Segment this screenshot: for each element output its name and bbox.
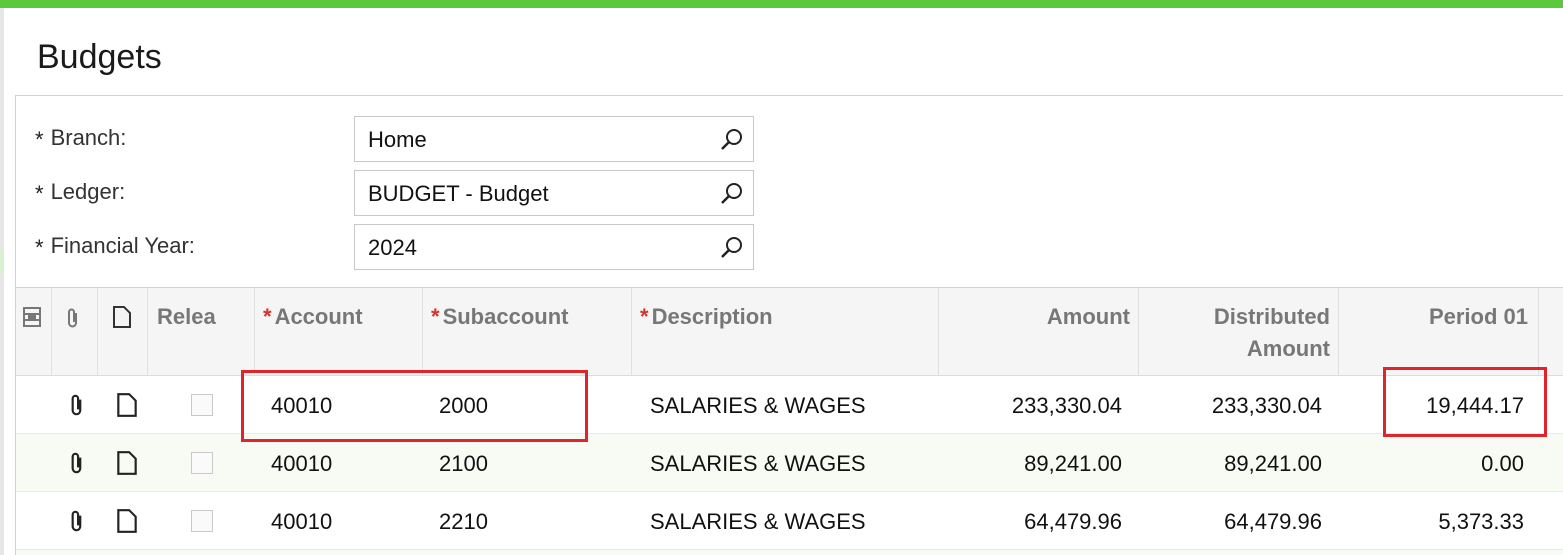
left-edge xyxy=(0,8,4,555)
column-account[interactable]: * Account xyxy=(255,288,423,376)
financial-year-value: 2024 xyxy=(368,235,417,260)
branch-field[interactable]: Home xyxy=(354,116,754,162)
column-distributed-amount[interactable]: Distributed Amount xyxy=(1139,288,1339,376)
column-subaccount[interactable]: * Subaccount xyxy=(423,288,632,376)
column-description[interactable]: * Description xyxy=(632,288,939,376)
description-header-label: * Description xyxy=(640,304,773,329)
released-header-label: Relea xyxy=(157,304,216,329)
description-cell[interactable]: SALARIES & WAGES xyxy=(650,451,866,477)
search-icon[interactable] xyxy=(719,181,745,207)
subaccount-header-label: * Subaccount xyxy=(431,304,569,329)
document-icon[interactable] xyxy=(116,450,138,476)
account-cell[interactable]: 40010 xyxy=(271,451,332,477)
left-edge-marker xyxy=(0,250,4,274)
top-accent-bar xyxy=(0,0,1563,8)
subaccount-cell[interactable]: 2100 xyxy=(439,451,488,477)
amount-header-label: Amount xyxy=(1046,304,1130,329)
branch-label: * Branch: xyxy=(35,125,127,152)
column-period-01[interactable]: Period 01 xyxy=(1339,288,1539,376)
table-row[interactable]: 40010 2100 SALARIES & WAGES 89,241.00 89… xyxy=(16,434,1563,492)
document-icon xyxy=(113,306,131,328)
required-mark: * xyxy=(35,127,44,152)
released-checkbox[interactable] xyxy=(191,452,213,474)
document-icon[interactable] xyxy=(116,508,138,534)
required-mark: * xyxy=(35,181,44,206)
financial-year-label-text: Financial Year: xyxy=(50,233,195,258)
period-01-header-label: Period 01 xyxy=(1428,304,1528,329)
budget-grid: Relea * Account * Subaccount * Description … xyxy=(15,287,1563,555)
financial-year-label: * Financial Year: xyxy=(35,233,195,260)
paperclip-icon[interactable] xyxy=(66,508,88,534)
description-cell[interactable]: SALARIES & WAGES xyxy=(650,509,866,535)
search-icon[interactable] xyxy=(719,235,745,261)
amount-cell[interactable]: 233,330.04 xyxy=(1012,393,1122,419)
period-01-cell[interactable]: 0.00 xyxy=(1481,451,1524,477)
subaccount-cell[interactable]: 2000 xyxy=(439,393,488,419)
amount-cell[interactable]: 89,241.00 xyxy=(1024,451,1122,477)
account-cell[interactable]: 40010 xyxy=(271,393,332,419)
ledger-field[interactable]: BUDGET - Budget xyxy=(354,170,754,216)
table-row[interactable]: 40010 2210 SALARIES & WAGES 64,479.96 64… xyxy=(16,492,1563,550)
released-checkbox[interactable] xyxy=(191,510,213,532)
amount-cell[interactable]: 64,479.96 xyxy=(1024,509,1122,535)
branch-label-text: Branch: xyxy=(50,125,127,150)
paperclip-icon xyxy=(68,308,77,328)
notes-header[interactable] xyxy=(98,288,148,376)
column-amount[interactable]: Amount xyxy=(939,288,1139,376)
required-mark: * xyxy=(35,235,44,260)
distributed-amount-cell[interactable]: 233,330.04 xyxy=(1212,393,1322,419)
column-released[interactable]: Relea xyxy=(148,288,255,376)
column-config-icon[interactable] xyxy=(22,306,42,328)
description-cell[interactable]: SALARIES & WAGES xyxy=(650,393,866,419)
branch-value: Home xyxy=(368,127,427,152)
released-checkbox[interactable] xyxy=(191,394,213,416)
document-icon[interactable] xyxy=(116,392,138,418)
paperclip-icon[interactable] xyxy=(66,392,88,418)
paperclip-icon[interactable] xyxy=(66,450,88,476)
subaccount-cell[interactable]: 2210 xyxy=(439,509,488,535)
column-config-header[interactable] xyxy=(16,288,52,376)
period-01-cell[interactable]: 5,373.33 xyxy=(1438,509,1524,535)
financial-year-field[interactable]: 2024 xyxy=(354,224,754,270)
account-cell[interactable]: 40010 xyxy=(271,509,332,535)
ledger-label-text: Ledger: xyxy=(50,179,126,204)
ledger-value: BUDGET - Budget xyxy=(368,181,549,206)
next-row-partial xyxy=(16,550,1563,555)
filter-form xyxy=(15,95,1563,287)
ledger-label: * Ledger: xyxy=(35,179,126,206)
period-01-cell[interactable]: 19,444.17 xyxy=(1426,393,1524,419)
search-icon[interactable] xyxy=(719,127,745,153)
account-header-label: * Account xyxy=(263,304,363,329)
distributed-amount-header-label: Distributed Amount xyxy=(1213,304,1330,361)
attachments-header[interactable] xyxy=(52,288,98,376)
distributed-amount-cell[interactable]: 64,479.96 xyxy=(1224,509,1322,535)
distributed-amount-cell[interactable]: 89,241.00 xyxy=(1224,451,1322,477)
page-title: Budgets xyxy=(37,38,162,76)
table-row[interactable]: 40010 2000 SALARIES & WAGES 233,330.04 2… xyxy=(16,376,1563,434)
grid-header: Relea * Account * Subaccount * Description … xyxy=(16,288,1563,376)
